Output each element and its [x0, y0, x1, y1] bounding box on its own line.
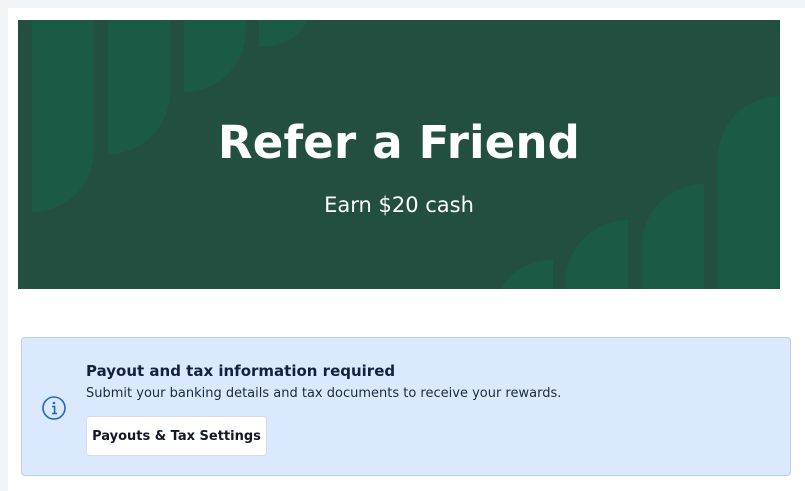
payout-alert: Payout and tax information required Subm…: [21, 337, 791, 476]
alert-title: Payout and tax information required: [86, 362, 396, 380]
hero-subtitle: Earn $20 cash: [324, 193, 474, 217]
payouts-tax-settings-button[interactable]: Payouts & Tax Settings: [86, 416, 267, 456]
info-icon: [42, 396, 66, 420]
hero-title: Refer a Friend: [217, 116, 581, 169]
alert-message: Submit your banking details and tax docu…: [86, 386, 562, 401]
page: Refer a Friend Earn $20 cash Payout and …: [0, 0, 805, 491]
hero-banner: Refer a Friend Earn $20 cash: [18, 20, 780, 289]
